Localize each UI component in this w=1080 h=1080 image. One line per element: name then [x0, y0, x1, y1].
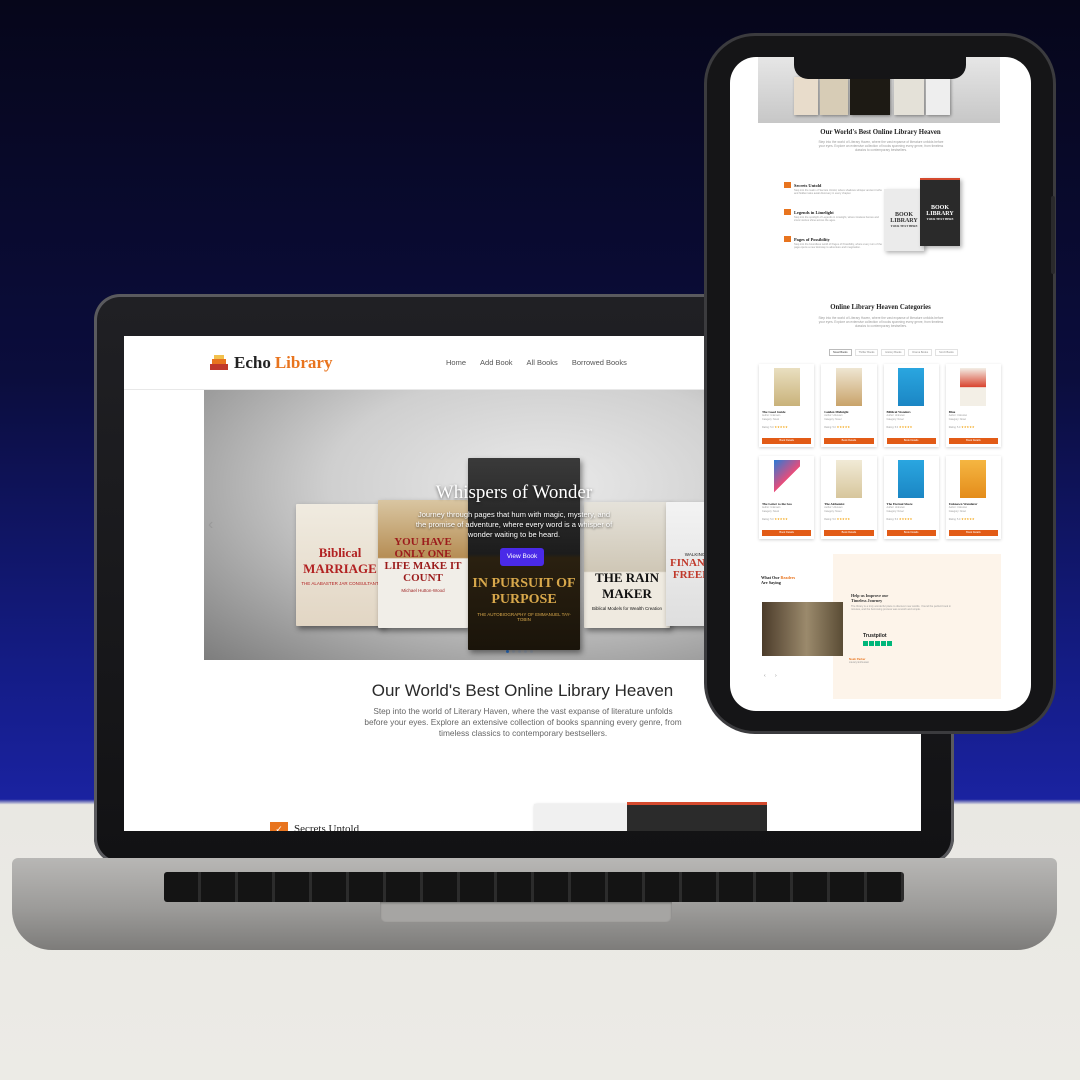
- tab-scifi[interactable]: Sci-Fi Books: [935, 349, 958, 356]
- book-card[interactable]: Biblical Wonders Author: Unknown Category:…: [883, 364, 939, 447]
- check-icon: [784, 236, 791, 242]
- tab-thriller[interactable]: Thriller Books: [854, 349, 879, 356]
- review-text: The library is a truly wonderful place t…: [851, 605, 951, 612]
- phone-side-button: [1051, 196, 1055, 274]
- reader-video-thumbnail[interactable]: [762, 602, 843, 656]
- book-cover: [960, 368, 987, 406]
- nav-all-books[interactable]: All Books: [527, 358, 558, 367]
- book-card[interactable]: The Eternal Shore Author: Unknown Category…: [883, 456, 939, 539]
- book-cover: [773, 368, 800, 406]
- main-nav: Home Add Book All Books Borrowed Books: [446, 358, 627, 367]
- trustpilot-logo: Trustpilot: [863, 633, 887, 639]
- tab-history[interactable]: History Books: [881, 349, 906, 356]
- trustpilot-stars-icon: [863, 641, 892, 646]
- phone-mock-book-light: BOOK LIBRARY YOUR TEXT HERE: [884, 189, 924, 251]
- chevron-left-icon[interactable]: ‹: [208, 516, 213, 534]
- carousel-dot[interactable]: [518, 650, 521, 653]
- check-icon: ✓: [270, 822, 288, 831]
- readers-heading: What Our Readers Are Saying: [761, 575, 796, 585]
- carousel-dots: [506, 650, 533, 653]
- phone-screen: Our World's Best Online Library Heaven S…: [730, 57, 1031, 711]
- logo-text-echo: Echo: [234, 353, 271, 372]
- book-cover: [835, 368, 862, 406]
- book-cover: [898, 368, 925, 406]
- nav-borrowed-books[interactable]: Borrowed Books: [572, 358, 627, 367]
- book-card[interactable]: Blue Author: Unknown Category: Novel Rating…: [945, 364, 1001, 447]
- carousel-dot[interactable]: [524, 650, 527, 653]
- phone-categories-heading: Online Library Heaven Categories: [830, 304, 931, 311]
- check-icon: [784, 182, 791, 188]
- book-details-button[interactable]: Book Details: [948, 438, 998, 444]
- feature-label: Secrets Untold: [294, 823, 360, 831]
- hero-book-biblical-marriage: Biblical MARRIAGE THE ALABASTER JAR CONSU…: [296, 504, 384, 626]
- hero-title: Whispers of Wonder: [435, 482, 593, 503]
- view-book-button[interactable]: View Book: [500, 548, 544, 566]
- phone-banner-book: [794, 77, 818, 115]
- phone-feature: Pages of Possibility Step into the bound…: [784, 236, 882, 250]
- book-cover: [960, 460, 987, 498]
- book-details-button[interactable]: Book Details: [886, 438, 936, 444]
- phone-section-paragraph: Step into the world of Literary Haven, w…: [818, 140, 944, 153]
- check-icon: [784, 209, 791, 215]
- review-title: Help us Improve our Timeless Journey: [851, 593, 889, 603]
- phone-category-tabs: Novel Books Thriller Books History Books…: [829, 349, 958, 356]
- review-author-role: Literary Enthusiast: [849, 661, 869, 664]
- phone-notch: [794, 57, 966, 79]
- tab-novel[interactable]: Novel Books: [829, 349, 852, 356]
- book-card[interactable]: Unknown Wanderer Author: Unknown Category:…: [945, 456, 1001, 539]
- book-details-button[interactable]: Book Details: [824, 438, 874, 444]
- site-logo[interactable]: Echo Library: [208, 352, 332, 374]
- book-mockup-dark: [627, 802, 767, 831]
- book-card[interactable]: The Good Guide Author: Unknown Category: N…: [759, 364, 815, 447]
- phone-banner-book: [926, 77, 950, 115]
- phone-book-grid: The Good Guide Author: Unknown Category: N…: [759, 364, 1001, 539]
- book-details-button[interactable]: Book Details: [886, 530, 936, 536]
- logo-text-library: Library: [274, 353, 333, 372]
- feature-secrets-untold: ✓ Secrets Untold: [270, 822, 359, 831]
- book-details-button[interactable]: Book Details: [762, 438, 812, 444]
- phone-feature: Legends in Limelight Step into the spotl…: [784, 209, 882, 223]
- phone-categories-paragraph: Step into the world of Literary Haven, w…: [818, 316, 944, 329]
- book-card[interactable]: Golden Midnight Author: Unknown Category: …: [821, 364, 877, 447]
- book-stack-icon: [210, 355, 228, 370]
- phone-banner-book: [820, 77, 848, 115]
- book-details-button[interactable]: Book Details: [948, 530, 998, 536]
- review-panel: [833, 554, 1001, 699]
- book-cover: [835, 460, 862, 498]
- phone-banner-book: [894, 77, 924, 115]
- book-card[interactable]: The Alchemist Author: Unknown Category: No…: [821, 456, 877, 539]
- hero-subtitle: Journey through pages that hum with magi…: [415, 510, 613, 539]
- phone-mock-book-dark: BOOK LIBRARY YOUR TEXT HERE: [920, 178, 960, 246]
- review-carousel-arrows[interactable]: ‹ ›: [764, 673, 781, 679]
- keyboard: [164, 872, 904, 902]
- nav-home[interactable]: Home: [446, 358, 466, 367]
- phone-feature: Secrets Untold Step into the realm of Se…: [784, 182, 882, 196]
- nav-add-book[interactable]: Add Book: [480, 358, 513, 367]
- carousel-dot[interactable]: [512, 650, 515, 653]
- trackpad: [380, 902, 672, 922]
- phone-section-heading: Our World's Best Online Library Heaven: [820, 129, 941, 136]
- carousel-dot[interactable]: [530, 650, 533, 653]
- carousel-dot[interactable]: [506, 650, 509, 653]
- tab-drama[interactable]: Drama Books: [908, 349, 933, 356]
- book-details-button[interactable]: Book Details: [762, 530, 812, 536]
- book-cover: [898, 460, 925, 498]
- section-paragraph: Step into the world of Literary Haven, w…: [364, 706, 682, 738]
- book-details-button[interactable]: Book Details: [824, 530, 874, 536]
